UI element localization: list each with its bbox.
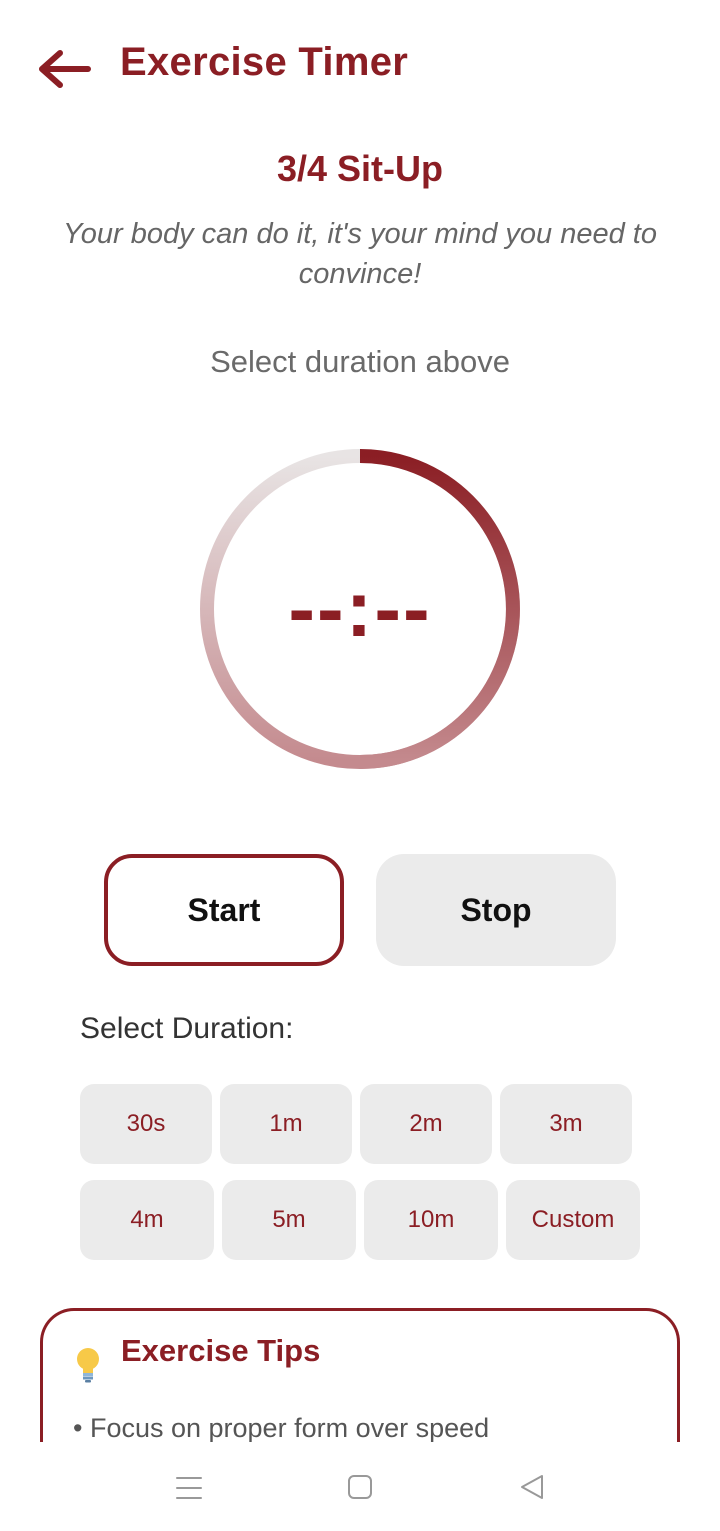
page-title: Exercise Timer	[120, 40, 409, 84]
duration-chip-custom[interactable]: Custom	[506, 1180, 640, 1260]
stop-button[interactable]: Stop	[376, 854, 616, 966]
duration-chip-10m[interactable]: 10m	[364, 1180, 498, 1260]
back-button[interactable]	[36, 44, 96, 94]
timer-ring: --:--	[200, 449, 520, 769]
duration-chip-5m[interactable]: 5m	[222, 1180, 356, 1260]
motivational-quote: Your body can do it, it's your mind you …	[63, 218, 657, 290]
arrow-left-icon	[39, 50, 91, 88]
duration-label: Select Duration:	[80, 1012, 294, 1045]
exercise-name: 3/4 Sit-Up	[276, 148, 444, 189]
duration-chip-4m[interactable]: 4m	[80, 1180, 214, 1260]
home-square-icon[interactable]	[347, 1474, 373, 1500]
start-button[interactable]: Start	[104, 854, 344, 966]
app-header: Exercise Timer	[0, 0, 720, 130]
duration-chip-2m[interactable]: 2m	[360, 1084, 492, 1164]
duration-chip-3m[interactable]: 3m	[500, 1084, 632, 1164]
duration-chip-30s[interactable]: 30s	[80, 1084, 212, 1164]
back-triangle-icon[interactable]	[519, 1474, 545, 1500]
menu-icon[interactable]	[175, 1475, 203, 1501]
system-navigation-bar	[0, 1442, 720, 1531]
timer-display: --:--	[288, 564, 432, 653]
lightbulb-icon	[77, 1348, 99, 1383]
tips-title: Exercise Tips	[121, 1333, 321, 1368]
tip-item: • Focus on proper form over speed	[73, 1413, 490, 1443]
duration-chip-1m[interactable]: 1m	[220, 1084, 352, 1164]
duration-hint: Select duration above	[210, 344, 510, 379]
